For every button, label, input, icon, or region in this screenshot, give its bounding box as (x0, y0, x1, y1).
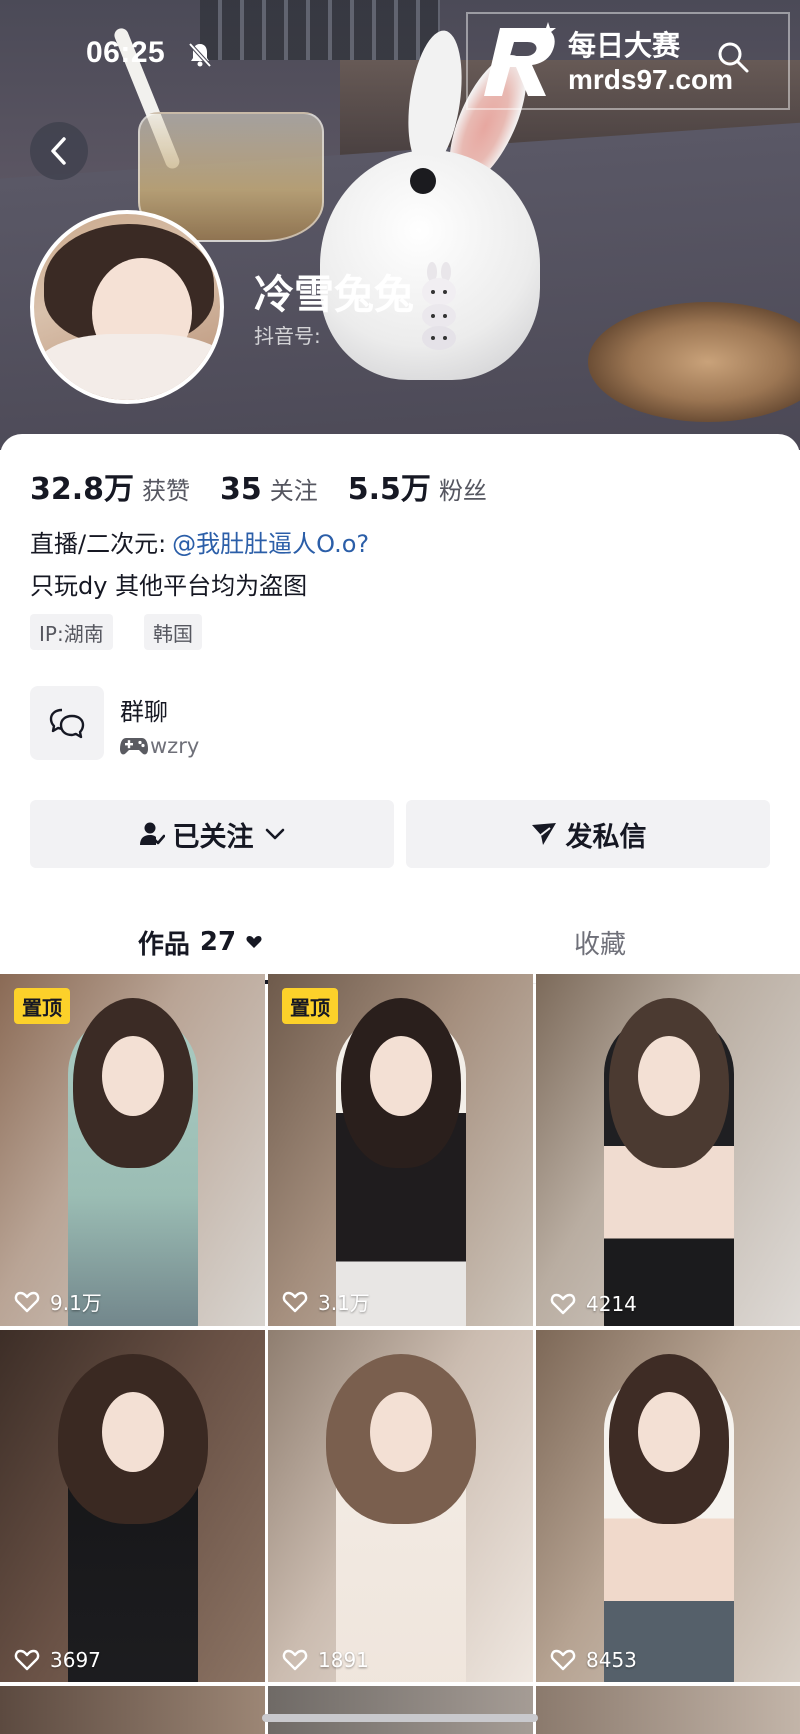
group-chat-subtitle-text: wzry (150, 734, 200, 758)
following-button-label: 已关注 (172, 821, 254, 853)
douyin-id[interactable]: 抖音号: (254, 320, 321, 349)
video-likes-count: 4214 (586, 1292, 637, 1316)
home-indicator (262, 1714, 538, 1722)
stat-followers-label: 粉丝 (438, 477, 487, 505)
stat-likes-label: 获赞 (142, 477, 191, 505)
heart-outline-icon (282, 1649, 308, 1671)
chevron-down-icon (265, 828, 284, 840)
watermark-title: 每日大赛 (568, 29, 681, 62)
stat-followers[interactable]: 5.5万 粉丝 (348, 464, 487, 508)
stat-likes-value: 32.8万 (30, 472, 135, 507)
bio-line-1: 直播/二次元: @我肚肚逼人O.o? (30, 524, 369, 559)
video-likes-count: 1891 (318, 1648, 369, 1672)
video-likes: 8453 (550, 1648, 637, 1672)
bio-mention-link[interactable]: @我肚肚逼人O.o? (172, 530, 369, 558)
tag-ip: IP:湖南 (30, 614, 113, 650)
stat-following[interactable]: 35 关注 (220, 471, 318, 507)
video-tile[interactable] (536, 1686, 800, 1734)
video-tile[interactable] (0, 1686, 265, 1734)
message-button[interactable]: 发私信 (406, 800, 770, 868)
bunny-emoji-icon (422, 262, 456, 350)
tab-favorites[interactable]: 收藏 (400, 900, 800, 984)
video-likes: 3.1万 (282, 1287, 370, 1316)
video-likes: 1891 (282, 1648, 369, 1672)
chevron-left-icon (51, 137, 66, 165)
video-likes-count: 8453 (586, 1648, 637, 1672)
group-chat-subtitle: wzry (120, 734, 199, 758)
heart-outline-icon (550, 1293, 576, 1315)
message-button-label: 发私信 (565, 821, 647, 853)
video-likes-count: 9.1万 (50, 1291, 102, 1315)
cover-window (200, 0, 440, 60)
video-likes: 9.1万 (14, 1287, 102, 1316)
bio-prefix: 直播/二次元: (30, 530, 167, 558)
stat-followers-value: 5.5万 (347, 472, 431, 507)
video-tile[interactable]: 1891 (268, 1330, 533, 1682)
profile-stats: 32.8万 获赞 35 关注 5.5万 粉丝 (30, 464, 517, 508)
heart-outline-icon (14, 1291, 40, 1312)
video-tile[interactable]: 4214 (536, 974, 800, 1326)
search-icon[interactable] (716, 40, 750, 74)
pinned-badge: 置顶 (14, 988, 70, 1024)
back-button[interactable] (30, 122, 88, 180)
watermark-url: mrds97.com (568, 64, 733, 95)
video-tile[interactable]: 8453 (536, 1330, 800, 1682)
heart-outline-icon (550, 1649, 576, 1671)
stat-following-label: 关注 (269, 477, 318, 505)
tab-works-label: 作品 (137, 929, 190, 960)
heart-filled-icon (246, 936, 262, 948)
video-likes-count: 3697 (50, 1648, 101, 1672)
chat-bubbles-icon (49, 708, 85, 739)
video-likes-count: 3.1万 (318, 1291, 370, 1315)
video-tile[interactable] (268, 1686, 533, 1734)
gamepad-icon (120, 738, 148, 755)
status-time: 06:25 (86, 36, 166, 69)
video-likes: 4214 (550, 1292, 637, 1316)
bio-line-2: 只玩dy 其他平台均为盗图 (30, 572, 308, 600)
r-logo-icon (484, 22, 556, 96)
tab-works-count: 27 (199, 927, 237, 957)
pinned-badge: 置顶 (282, 988, 338, 1024)
avatar[interactable] (30, 210, 224, 404)
send-plane-icon (531, 823, 556, 845)
works-grid: 置顶 9.1万 置顶 3.1万 4214 3697 1891 8453 (0, 974, 800, 1734)
video-likes: 3697 (14, 1648, 101, 1672)
tag-region: 韩国 (144, 614, 202, 650)
content-tabs: 作品 27 收藏 (0, 900, 800, 984)
heart-outline-icon (14, 1649, 40, 1671)
heart-outline-icon (282, 1291, 308, 1312)
group-chat-title[interactable]: 群聊 (120, 692, 168, 727)
video-tile[interactable]: 置顶 9.1万 (0, 974, 265, 1326)
profile-name: 冷雪兔兔 (254, 272, 414, 318)
tab-favorites-label: 收藏 (573, 929, 626, 960)
video-tile[interactable]: 3697 (0, 1330, 265, 1682)
tab-works[interactable]: 作品 27 (0, 900, 400, 984)
user-check-icon (139, 822, 165, 845)
stat-likes[interactable]: 32.8万 获赞 (30, 464, 190, 508)
video-tile[interactable]: 置顶 3.1万 (268, 974, 533, 1326)
following-button[interactable]: 已关注 (30, 800, 394, 868)
stat-following-value: 35 (220, 472, 262, 507)
bell-muted-icon (188, 42, 212, 68)
group-chat-icon-box[interactable] (30, 686, 104, 760)
